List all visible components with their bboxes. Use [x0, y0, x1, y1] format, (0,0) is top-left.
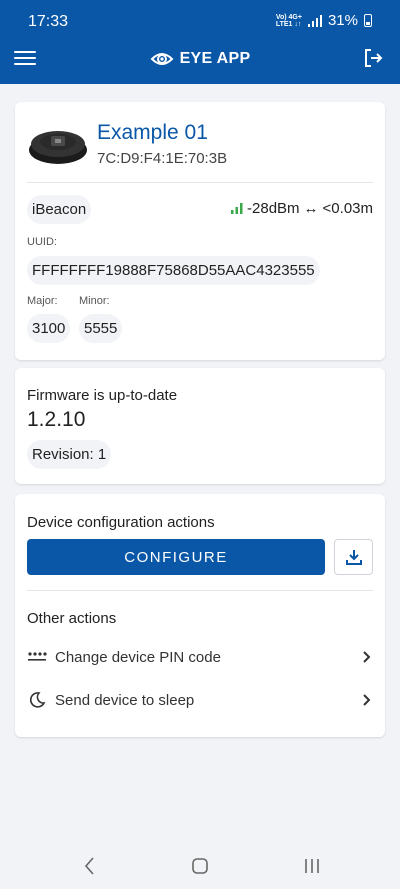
app-title: EYE APP [0, 48, 400, 70]
major-label: Major: [27, 295, 58, 307]
beacon-type-chip: iBeacon [27, 195, 92, 224]
sleep-label: Send device to sleep [55, 691, 195, 709]
app-title-text: EYE APP [179, 50, 251, 67]
recents-button[interactable] [300, 854, 324, 878]
back-icon [84, 857, 94, 875]
system-nav-bar [0, 840, 400, 889]
logout-button[interactable] [362, 47, 384, 69]
divider [27, 590, 373, 591]
signal-info: -28dBm ↔ <0.03m [231, 200, 373, 217]
device-card: Example 01 7C:D9:F4:1E:70:3B iBeacon -28… [15, 102, 385, 360]
logout-icon [365, 49, 383, 67]
eye-logo-icon [150, 53, 173, 65]
uuid-label: UUID: [27, 236, 57, 248]
status-bar: 17:33 Vo) 4G+ LTE1 ↓↑ 31% [0, 0, 400, 40]
distance-value: <0.03m [322, 200, 373, 217]
chevron-right-icon [363, 651, 371, 663]
distance-arrows-icon: ↔ [303, 200, 319, 217]
download-icon [345, 550, 362, 565]
pin-dots-icon [27, 647, 47, 667]
network-bottom-label: LTE1 ↓↑ [275, 20, 302, 28]
uuid-value: FFFFFFFF19888F75868D55AAC4323555 [27, 256, 320, 285]
status-time: 17:33 [28, 13, 69, 30]
change-pin-action[interactable]: Change device PIN code [27, 642, 373, 672]
config-actions-title: Device configuration actions [27, 514, 215, 531]
network-indicator: Vo) 4G+ LTE1 ↓↑ [276, 14, 302, 28]
actions-card: Device configuration actions CONFIGURE O… [15, 494, 385, 737]
battery-icon [364, 14, 372, 27]
divider [27, 182, 373, 183]
sleep-action[interactable]: Send device to sleep [27, 685, 373, 715]
minor-value: 5555 [79, 314, 123, 343]
major-value: 3100 [27, 314, 71, 343]
back-button[interactable] [78, 854, 102, 878]
change-pin-label: Change device PIN code [55, 648, 221, 666]
rssi-value: -28dBm [247, 200, 300, 217]
app-bar: 17:33 Vo) 4G+ LTE1 ↓↑ 31% EYE APP [0, 0, 400, 84]
firmware-revision: Revision: 1 [27, 440, 112, 469]
signal-strength-icon [307, 14, 322, 27]
firmware-version: 1.2.10 [27, 408, 86, 431]
configure-button[interactable]: CONFIGURE [27, 539, 325, 575]
status-indicators: Vo) 4G+ LTE1 ↓↑ 31% [276, 12, 372, 29]
signal-bars-icon [231, 203, 243, 214]
moon-icon [27, 690, 47, 710]
minor-label: Minor: [79, 295, 110, 307]
home-button[interactable] [188, 854, 212, 878]
other-actions-title: Other actions [27, 610, 117, 627]
device-mac-address: 7C:D9:F4:1E:70:3B [97, 150, 228, 167]
home-icon [192, 858, 208, 874]
chevron-right-icon [363, 694, 371, 706]
download-config-button[interactable] [334, 539, 373, 575]
device-name: Example 01 [97, 121, 208, 144]
battery-percent: 31% [327, 12, 358, 29]
network-top-label: Vo) 4G+ [275, 13, 302, 21]
recents-icon [305, 859, 319, 873]
firmware-status: Firmware is up-to-date [27, 387, 178, 404]
firmware-card: Firmware is up-to-date 1.2.10 Revision: … [15, 368, 385, 484]
beacon-device-image [29, 131, 87, 164]
